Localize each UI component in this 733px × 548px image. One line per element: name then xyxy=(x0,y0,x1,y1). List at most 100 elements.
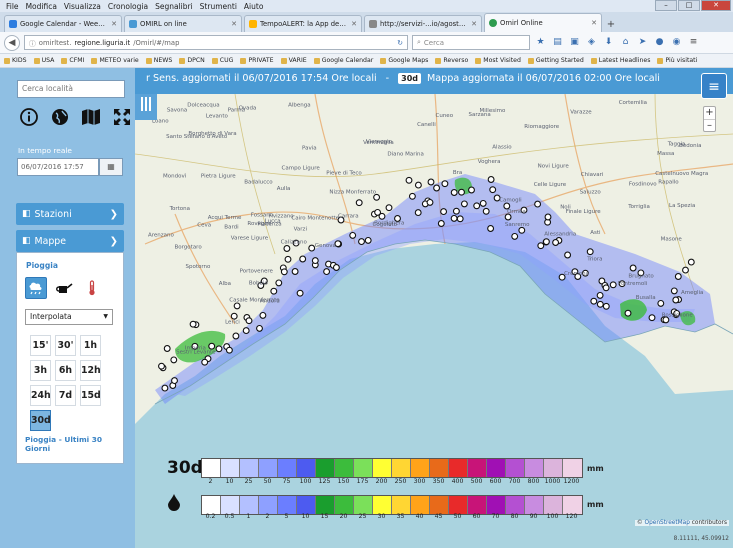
period-button[interactable]: 1h xyxy=(80,335,101,356)
station-marker[interactable] xyxy=(458,188,465,196)
bookmark-item[interactable]: USA xyxy=(33,57,54,64)
datetime-input[interactable]: 06/07/2016 17:57 xyxy=(17,158,99,176)
station-marker[interactable] xyxy=(456,215,464,223)
station-marker[interactable] xyxy=(385,204,393,212)
station-marker[interactable] xyxy=(534,200,542,208)
station-marker[interactable] xyxy=(414,181,422,189)
menu-visualizza[interactable]: Visualizza xyxy=(64,2,101,11)
station-marker[interactable] xyxy=(233,302,241,310)
temperature-map-button[interactable] xyxy=(81,277,103,299)
station-marker[interactable] xyxy=(323,268,331,276)
period-button[interactable]: 15' xyxy=(30,335,51,356)
station-marker[interactable] xyxy=(242,327,250,335)
station-marker[interactable] xyxy=(487,176,495,183)
station-marker[interactable] xyxy=(296,289,304,297)
bookmark-item[interactable]: PRIVATE xyxy=(240,57,274,64)
station-marker[interactable] xyxy=(349,231,357,239)
station-marker[interactable] xyxy=(473,202,481,210)
period-button[interactable]: 7d xyxy=(55,385,76,406)
sync-icon[interactable]: ◉ xyxy=(670,36,683,49)
station-marker[interactable] xyxy=(311,257,319,265)
station-marker[interactable] xyxy=(672,296,680,304)
station-marker[interactable] xyxy=(468,186,475,194)
tab-omirl-online[interactable]: Omirl Online ✕ xyxy=(484,13,602,32)
station-marker[interactable] xyxy=(487,225,495,232)
station-marker[interactable] xyxy=(256,324,263,332)
bookmark-item[interactable]: METEO varie xyxy=(91,57,139,64)
station-marker[interactable] xyxy=(596,291,604,299)
tab-omirl-on-line[interactable]: OMIRL on line ✕ xyxy=(124,15,242,32)
menu-segnalibri[interactable]: Segnalibri xyxy=(155,2,193,11)
station-marker[interactable] xyxy=(208,342,216,350)
close-tab-icon[interactable]: ✕ xyxy=(351,20,357,28)
send-icon[interactable]: ➤ xyxy=(636,36,649,49)
station-marker[interactable] xyxy=(426,198,434,206)
period-button[interactable]: 15d xyxy=(80,385,101,406)
fullscreen-icon[interactable] xyxy=(111,106,132,127)
tab-servizi[interactable]: http://servizi-...io/agosto16.mm ✕ xyxy=(364,15,482,32)
station-marker[interactable] xyxy=(564,251,572,259)
minimize-button[interactable]: – xyxy=(655,0,677,11)
station-marker[interactable] xyxy=(518,226,526,234)
pocket-icon[interactable]: ◈ xyxy=(585,36,598,49)
bookmark-item[interactable]: Latest Headlines xyxy=(590,57,650,64)
close-tab-icon[interactable]: ✕ xyxy=(591,19,597,27)
reading-list-icon[interactable]: ▤ xyxy=(551,36,564,49)
period-button[interactable]: 30d xyxy=(30,410,51,431)
bookmark-star-icon[interactable]: ★ xyxy=(534,36,547,49)
home-icon[interactable]: ⌂ xyxy=(619,36,632,49)
station-marker[interactable] xyxy=(232,332,240,340)
station-marker[interactable] xyxy=(215,345,223,353)
tab-google-calendar[interactable]: Google Calendar - Week of... ✕ xyxy=(4,15,122,32)
lock-icon[interactable]: ▣ xyxy=(568,36,581,49)
station-marker[interactable] xyxy=(624,309,632,317)
station-marker[interactable] xyxy=(657,299,665,307)
station-marker[interactable] xyxy=(405,176,413,184)
station-marker[interactable] xyxy=(504,213,512,221)
period-button[interactable]: 24h xyxy=(30,385,51,406)
station-marker[interactable] xyxy=(682,266,689,274)
bookmark-item[interactable]: Most Visited xyxy=(475,57,521,64)
rain-map-button[interactable] xyxy=(25,277,47,299)
station-marker[interactable] xyxy=(437,220,445,227)
station-marker[interactable] xyxy=(332,264,340,271)
bookmark-item[interactable]: NEWS xyxy=(145,57,172,64)
station-marker[interactable] xyxy=(280,268,288,276)
station-marker[interactable] xyxy=(355,199,363,207)
bookmark-item[interactable]: Google Calendar xyxy=(313,57,373,64)
station-marker[interactable] xyxy=(552,239,560,246)
bookmark-item[interactable]: DPCN xyxy=(179,57,205,64)
station-marker[interactable] xyxy=(259,311,267,319)
station-marker[interactable] xyxy=(308,244,316,252)
station-marker[interactable] xyxy=(479,199,487,207)
panel-toggle-button[interactable] xyxy=(135,94,157,120)
station-marker[interactable] xyxy=(358,238,365,246)
station-marker[interactable] xyxy=(590,297,598,305)
station-marker[interactable] xyxy=(284,255,292,263)
station-marker[interactable] xyxy=(189,320,197,328)
station-marker[interactable] xyxy=(158,362,165,370)
station-marker[interactable] xyxy=(452,207,460,215)
back-button[interactable]: ◀ xyxy=(4,34,20,51)
station-marker[interactable] xyxy=(414,209,422,217)
chat-icon[interactable]: ● xyxy=(653,36,666,49)
station-marker[interactable] xyxy=(489,186,497,194)
calendar-icon[interactable]: ▦ xyxy=(99,158,123,176)
station-marker[interactable] xyxy=(283,245,291,252)
bookmark-item[interactable]: Reverso xyxy=(435,57,468,64)
station-marker[interactable] xyxy=(629,264,637,272)
station-marker[interactable] xyxy=(602,284,610,292)
station-marker[interactable] xyxy=(450,189,458,196)
close-window-button[interactable]: ✕ xyxy=(701,0,731,11)
search-box[interactable]: ⌕ Cerca xyxy=(412,35,530,50)
new-tab-button[interactable]: + xyxy=(604,18,618,32)
globe-icon[interactable] xyxy=(49,106,70,127)
station-marker[interactable] xyxy=(687,258,695,266)
station-marker[interactable] xyxy=(440,208,448,216)
station-marker[interactable] xyxy=(511,232,519,240)
station-marker[interactable] xyxy=(648,314,656,322)
zoom-in-button[interactable]: + xyxy=(704,107,715,119)
station-marker[interactable] xyxy=(171,377,178,385)
station-marker[interactable] xyxy=(163,345,171,352)
station-marker[interactable] xyxy=(674,273,682,280)
